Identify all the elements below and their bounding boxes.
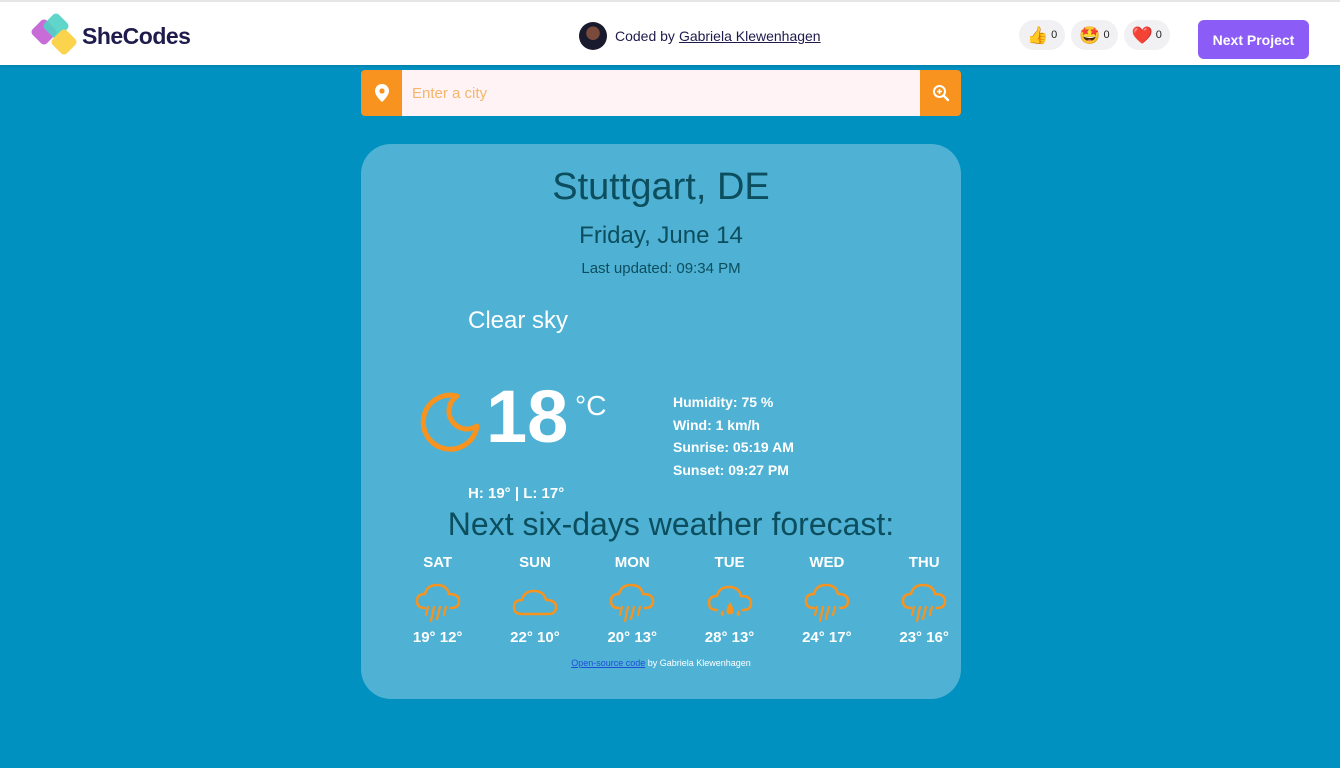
location-button[interactable] <box>361 70 402 116</box>
moon-icon <box>420 392 480 452</box>
city-name: Stuttgart, DE <box>552 166 770 208</box>
coded-by: Coded by Gabriela Klewenhagen <box>579 22 821 50</box>
forecast-temps: 28° 13° <box>704 629 755 646</box>
sunset: Sunset: 09:27 PM <box>673 461 789 478</box>
rain-cloud-icon <box>609 583 655 623</box>
forecast-day-name: SAT <box>423 554 453 571</box>
reactions: 👍 0 🤩 0 ❤️ 0 <box>1019 20 1170 50</box>
forecast-temps: 20° 13° <box>607 629 658 646</box>
logo-text: SheCodes <box>82 22 191 49</box>
high-low: H: 19° | L: 17° <box>468 485 565 502</box>
humidity: Humidity: 75 % <box>673 394 774 410</box>
open-source-link[interactable]: Open-source code <box>571 658 645 668</box>
current-date: Friday, June 14 <box>579 222 743 249</box>
search-button[interactable] <box>920 70 961 116</box>
author-avatar <box>579 22 607 50</box>
reaction-count: 0 <box>1051 29 1058 41</box>
forecast-day: WED 24° 17° <box>778 554 875 646</box>
rain-cloud-icon <box>901 583 947 623</box>
city-search-input[interactable] <box>402 70 920 116</box>
reaction-heart[interactable]: ❤️ 0 <box>1123 20 1170 50</box>
forecast-day-name: WED <box>809 554 845 571</box>
wind: Wind: 1 km/h <box>673 416 760 433</box>
heart-icon: ❤️ <box>1131 25 1153 45</box>
last-updated: Last updated: 09:34 PM <box>581 260 741 277</box>
location-pin-icon <box>374 84 389 102</box>
forecast-day: SAT 19° 12° <box>389 554 486 646</box>
next-project-button[interactable]: Next Project <box>1198 20 1309 59</box>
author-link[interactable]: Gabriela Klewenhagen <box>679 28 821 44</box>
forecast-day-name: MON <box>614 554 650 571</box>
footer-credit: Open-source code by Gabriela Klewenhagen <box>361 658 961 668</box>
sunrise: Sunrise: 05:19 AM <box>673 439 794 455</box>
search-icon <box>932 85 949 102</box>
search-bar <box>361 70 961 116</box>
forecast-day-name: THU <box>908 554 940 571</box>
reaction-count: 0 <box>1155 29 1162 41</box>
reaction-star-struck[interactable]: 🤩 0 <box>1071 20 1118 50</box>
thumbs-up-icon: 👍 <box>1027 25 1049 45</box>
drizzle-cloud-icon <box>707 585 752 616</box>
forecast-temps: 19° 12° <box>412 629 463 646</box>
logo-mark-icon <box>29 11 80 58</box>
forecast-temps: 24° 17° <box>802 629 852 646</box>
shecodes-logo[interactable]: SheCodes <box>29 11 191 58</box>
forecast-day: SUN 22° 10° <box>486 554 583 646</box>
reaction-count: 0 <box>1103 29 1110 41</box>
forecast-list: SAT 19° 12° SUN 22° 10° MON 20° 13° TUE … <box>389 554 973 646</box>
rain-cloud-icon <box>415 583 460 623</box>
forecast-day-name: SUN <box>519 554 551 571</box>
weather-description: Clear sky <box>468 307 569 334</box>
reaction-thumbs-up[interactable]: 👍 0 <box>1019 20 1066 50</box>
forecast-day-name: TUE <box>714 554 745 571</box>
forecast-day: THU 23° 16° <box>875 554 972 646</box>
temperature-unit[interactable]: °C <box>575 390 606 422</box>
cloud-icon <box>512 589 558 616</box>
star-struck-icon: 🤩 <box>1079 25 1101 45</box>
forecast-day: MON 20° 13° <box>584 554 681 646</box>
footer-suffix: by Gabriela Klewenhagen <box>645 658 751 668</box>
rain-cloud-icon <box>804 583 850 623</box>
forecast-temps: 23° 16° <box>899 629 949 646</box>
coded-by-label: Coded by <box>615 28 675 44</box>
forecast-day: TUE 28° 13° <box>681 554 778 646</box>
current-temperature: 18 <box>486 375 569 458</box>
weather-details: Humidity: 75 % Wind: 1 km/h Sunrise: 05:… <box>673 391 794 481</box>
forecast-title: Next six-days weather forecast: <box>447 506 895 542</box>
forecast-temps: 22° 10° <box>510 629 560 646</box>
weather-card: Stuttgart, DE Friday, June 14 Last updat… <box>361 144 961 699</box>
top-bar: SheCodes Coded by Gabriela Klewenhagen 👍… <box>0 0 1340 65</box>
